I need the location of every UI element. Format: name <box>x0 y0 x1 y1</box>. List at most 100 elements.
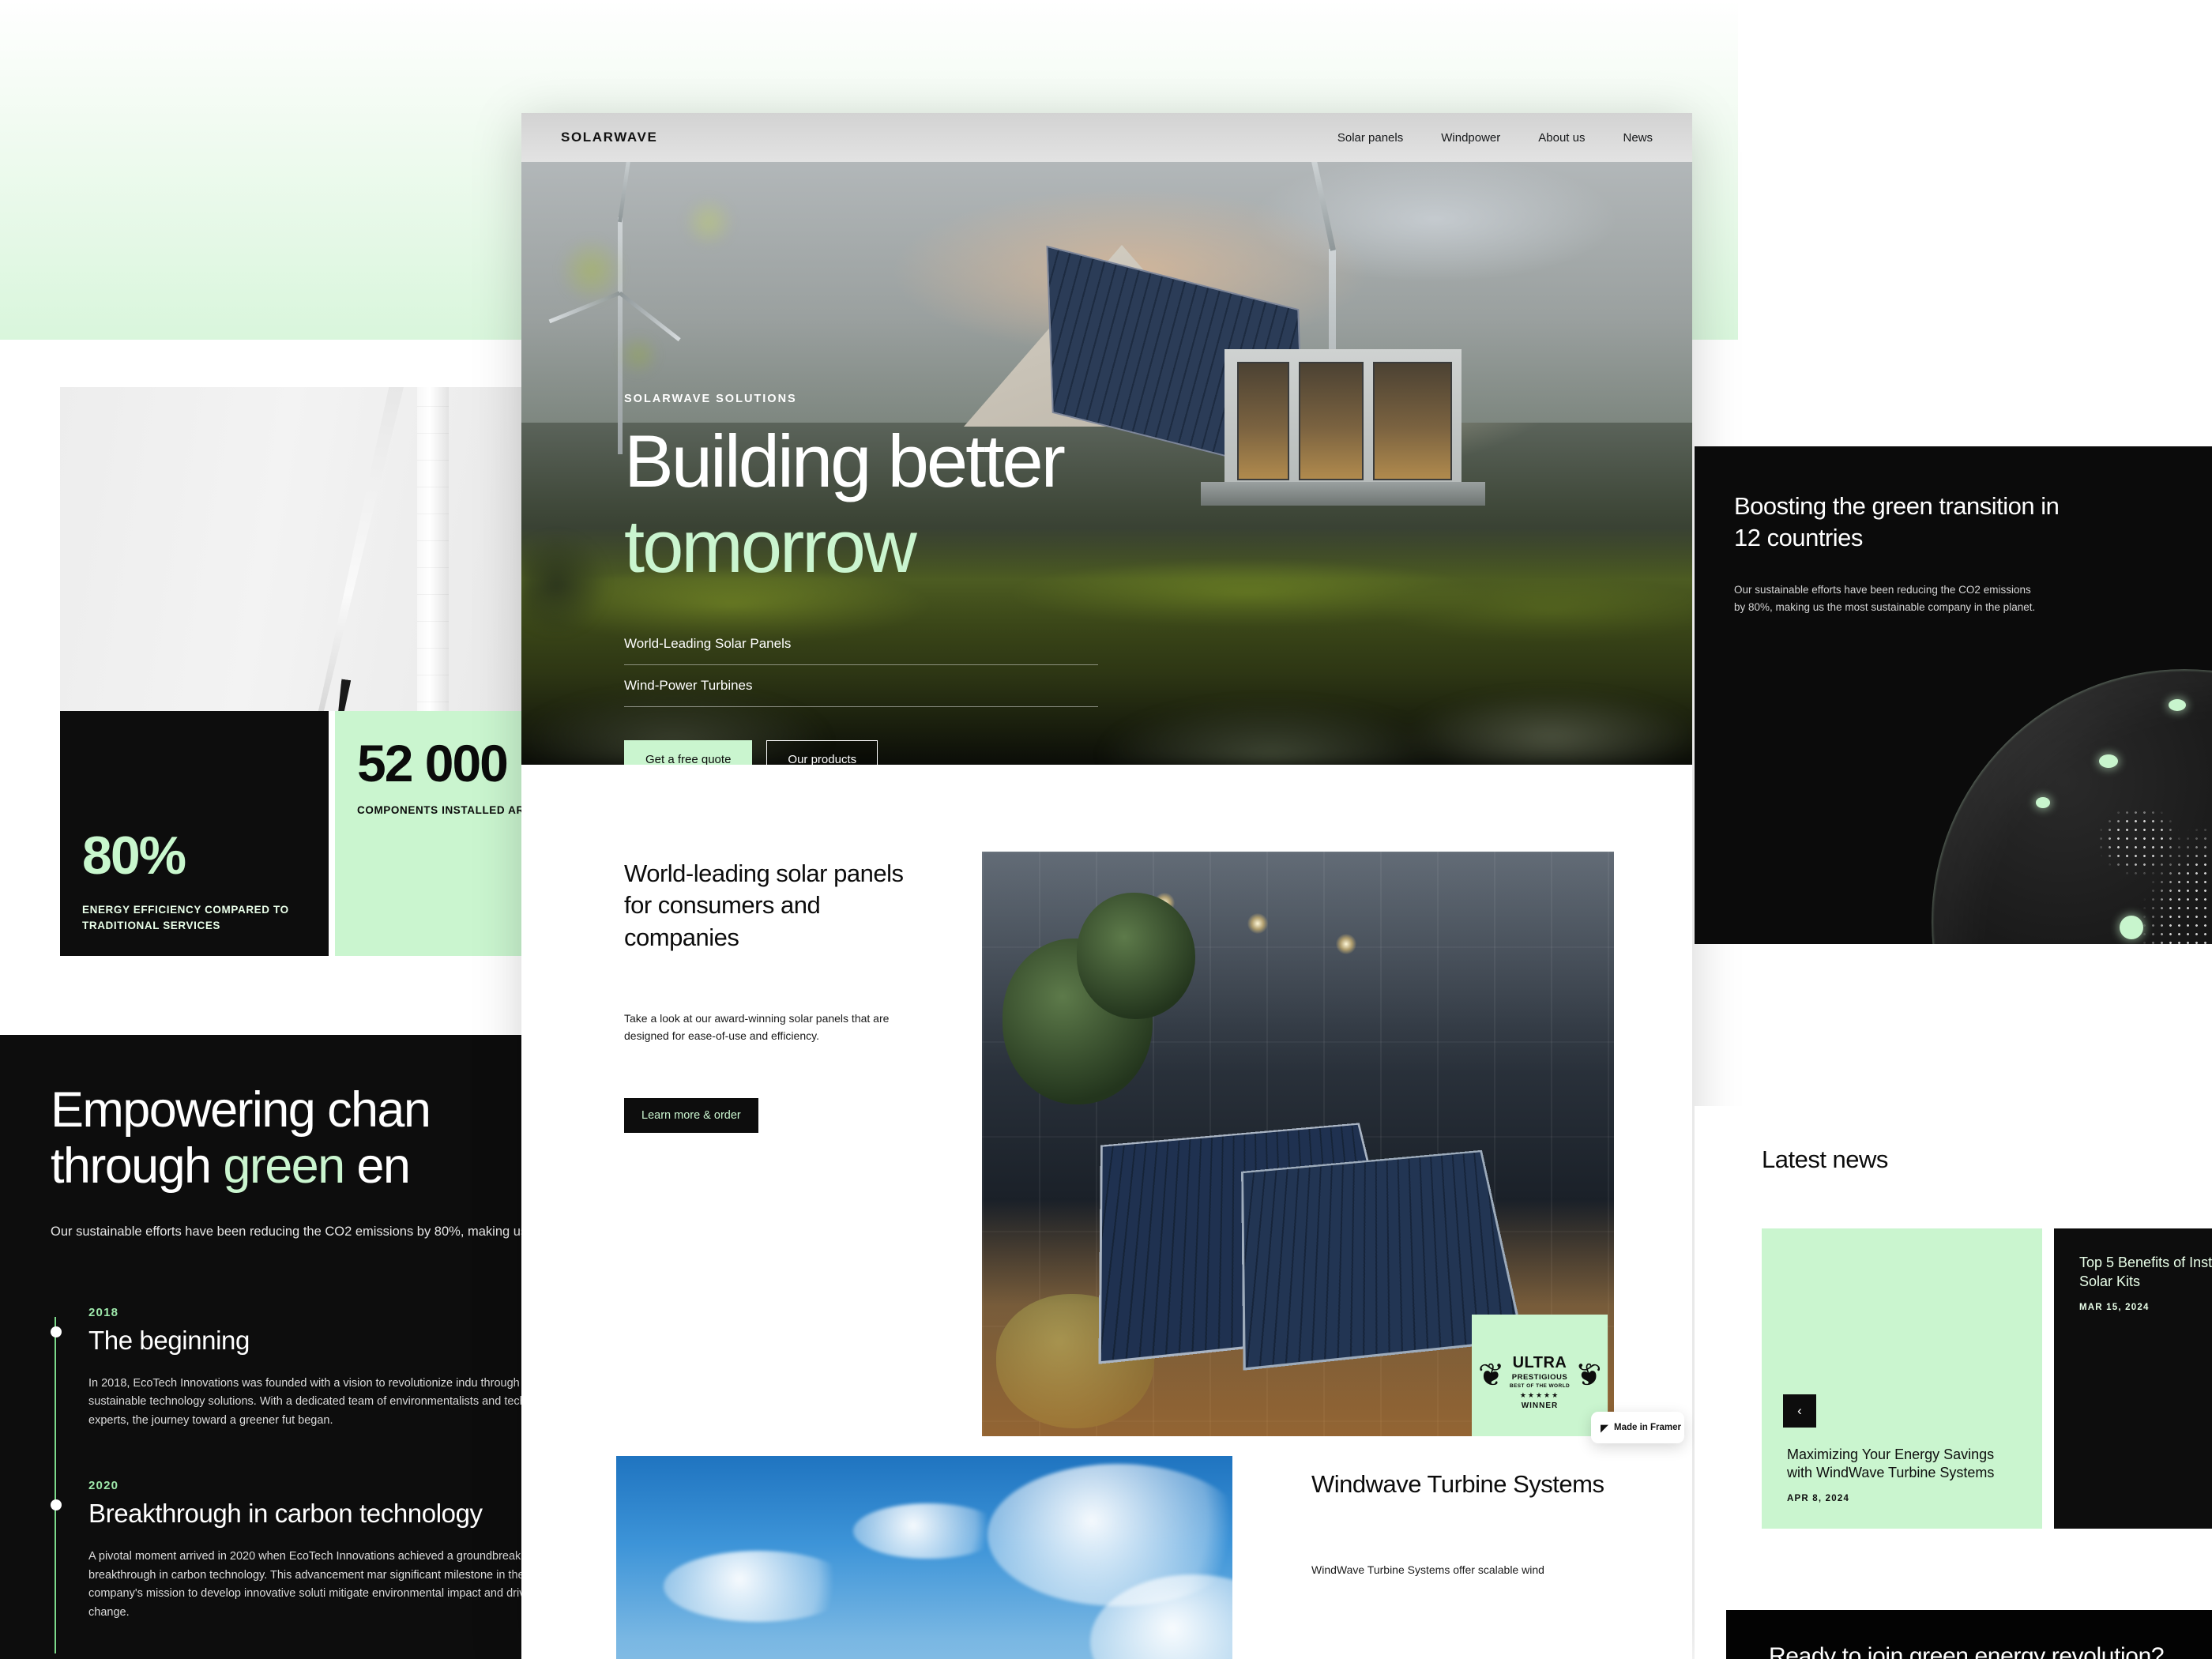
solar-photo: ❦ ❦ ULTRA PRESTIGIOUS BEST OF THE WORLD … <box>982 852 1614 1436</box>
our-products-button[interactable]: Our products <box>766 740 878 765</box>
wind-body: WindWave Turbine Systems offer scalable … <box>1311 1563 1544 1577</box>
nav-item-news[interactable]: News <box>1623 131 1653 145</box>
wind-turbine-photo <box>616 1456 1232 1659</box>
green-transition-body: Our sustainable efforts have been reduci… <box>1734 584 2036 613</box>
cloud <box>853 1503 1003 1559</box>
hero-feature-list: World-Leading Solar Panels Wind-Power Tu… <box>624 623 1209 707</box>
page-root: 80% ENERGY EFFICIENCY COMPARED TO TRADIT… <box>0 0 2212 1659</box>
globe-highlight-dot <box>2036 797 2050 808</box>
empower-heading-line2a: through <box>51 1138 224 1194</box>
framer-logo-icon: ◤ <box>1601 1421 1608 1434</box>
house-window <box>1299 362 1364 480</box>
framer-badge-label: Made in Framer <box>1614 1423 1681 1432</box>
timeline-year: 2020 <box>88 1479 119 1493</box>
globe-highlight-dot <box>2120 916 2143 939</box>
dotted-globe-graphic <box>1932 669 2212 944</box>
nav-item-windpower[interactable]: Windpower <box>1441 131 1500 145</box>
house-base <box>1201 482 1485 506</box>
empower-subtitle: Our sustainable efforts have been reduci… <box>51 1224 553 1240</box>
award-badge: ❦ ❦ ULTRA PRESTIGIOUS BEST OF THE WORLD … <box>1472 1315 1608 1436</box>
footer-cta-heading: Ready to join green energy revolution? <box>1769 1643 2165 1659</box>
stat-value: 52 000 <box>357 734 509 792</box>
globe-highlight-dot <box>2099 754 2118 768</box>
made-in-framer-badge[interactable]: ◤ Made in Framer <box>1591 1412 1684 1443</box>
news-prev-button[interactable]: ‹ <box>1783 1394 1816 1428</box>
solar-copy-block: World-leading solar panels for consumers… <box>624 858 908 1134</box>
turbine-tower-shape <box>417 387 449 711</box>
timeline-title: The beginning <box>88 1325 250 1355</box>
solar-heading: World-leading solar panels for consumers… <box>624 860 904 951</box>
brand-logo[interactable]: SOLARWAVE <box>561 130 657 145</box>
turbine-blade-shape <box>297 387 405 711</box>
news-card-date: APR 8, 2024 <box>1787 1494 1850 1503</box>
hero-feature-wind[interactable]: Wind-Power Turbines <box>624 665 1098 707</box>
solar-panels-section: World-leading solar panels for consumers… <box>521 765 1692 1436</box>
hero-eyebrow: SOLARWAVE SOLUTIONS <box>624 393 797 405</box>
house-window <box>1237 362 1289 480</box>
empower-heading-line2c: en <box>344 1138 410 1194</box>
hero-feature-solar[interactable]: World-Leading Solar Panels <box>624 623 1098 665</box>
timeline-dot-icon <box>51 1326 62 1337</box>
timeline-item: 2020 Breakthrough in carbon technology A… <box>51 1479 553 1622</box>
latest-news-section: Latest news Maximizing Your Energy Savin… <box>1695 1106 2212 1659</box>
timeline-body: A pivotal moment arrived in 2020 when Ec… <box>88 1550 553 1619</box>
hero-section: SOLARWAVE SOLUTIONS Building better tomo… <box>521 162 1692 765</box>
solar-body: Take a look at our award-winning solar p… <box>624 1011 890 1042</box>
ceiling-light <box>1336 934 1356 954</box>
laurel-left-icon: ❦ <box>1477 1358 1505 1393</box>
wind-heading: Windwave Turbine Systems <box>1311 1470 1604 1498</box>
latest-news-heading: Latest news <box>1762 1146 1888 1173</box>
empowering-change-section: Empowering chan through green en Our sus… <box>0 1035 553 1659</box>
footer-cta-section: Ready to join green energy revolution? <box>1726 1610 2212 1659</box>
hero-title-line1: Building better <box>624 419 1066 502</box>
timeline-axis <box>55 1316 56 1654</box>
house-window <box>1373 362 1452 480</box>
green-transition-heading: Boosting the green transition in 12 coun… <box>1734 492 2060 551</box>
learn-more-order-button[interactable]: Learn more & order <box>624 1098 758 1134</box>
timeline-year: 2018 <box>88 1305 119 1319</box>
turbine-blade-tip-shape <box>335 679 352 711</box>
site-navbar: SOLARWAVE Solar panels Windpower About u… <box>521 113 1692 162</box>
award-line-1: ULTRA <box>1512 1354 1567 1371</box>
award-line-2: PRESTIGIOUS <box>1511 1373 1568 1382</box>
award-stars: ★★★★★ <box>1519 1391 1560 1399</box>
timeline-body: In 2018, EcoTech Innovations was founded… <box>88 1376 553 1427</box>
cloud <box>664 1551 853 1622</box>
hero-text-block: SOLARWAVE SOLUTIONS Building better tomo… <box>624 393 1209 765</box>
globe-highlight-dot <box>2169 699 2186 711</box>
hero-buttons: Get a free quote Our products <box>624 740 1209 765</box>
stat-card-efficiency: 80% ENERGY EFFICIENCY COMPARED TO TRADIT… <box>60 711 329 956</box>
timeline: 2018 The beginning In 2018, EcoTech Inno… <box>51 1305 553 1654</box>
turbine-tower-left <box>618 217 623 454</box>
windmill-photo-card <box>60 387 526 711</box>
get-free-quote-button[interactable]: Get a free quote <box>624 740 753 765</box>
timeline-dot-icon <box>51 1499 62 1511</box>
foliage <box>1077 893 1195 1019</box>
empower-heading-line1: Empowering chan <box>51 1082 431 1138</box>
hero-title-line2: tomorrow <box>624 505 917 588</box>
news-card-date: MAR 15, 2024 <box>2079 1302 2150 1312</box>
stat-value: 80% <box>82 826 186 886</box>
timeline-title: Breakthrough in carbon technology <box>88 1499 483 1529</box>
award-badge-inner: ❦ ❦ ULTRA PRESTIGIOUS BEST OF THE WORLD … <box>1478 1354 1601 1410</box>
wind-copy-block: Windwave Turbine Systems WindWave Turbin… <box>1311 1469 1643 1579</box>
nav-item-solar-panels[interactable]: Solar panels <box>1337 131 1403 145</box>
nav-links: Solar panels Windpower About us News <box>1337 131 1653 145</box>
stat-caption: COMPONENTS INSTALLED AROUND <box>357 804 556 816</box>
news-card-title: Top 5 Benefits of Installin Home Solar K… <box>2079 1255 2212 1289</box>
award-line-3: BEST OF THE WORLD <box>1509 1383 1571 1389</box>
green-transition-section: Boosting the green transition in 12 coun… <box>1695 446 2212 944</box>
timeline-item: 2018 The beginning In 2018, EcoTech Inno… <box>51 1305 553 1430</box>
ceiling-light <box>1247 913 1268 934</box>
award-winner-label: WINNER <box>1521 1401 1559 1410</box>
stat-caption: ENERGY EFFICIENCY COMPARED TO TRADITIONA… <box>82 903 289 931</box>
empower-heading: Empowering chan through green en <box>51 1082 553 1194</box>
news-card-solar-kits[interactable]: Top 5 Benefits of Installin Home Solar K… <box>2054 1228 2212 1529</box>
main-website-card: SOLARWAVE Solar panels Windpower About u… <box>521 113 1692 1659</box>
globe-rim <box>1932 669 2212 944</box>
hero-title: Building better tomorrow <box>624 424 1209 584</box>
news-card-windwave[interactable]: Maximizing Your Energy Savings with Wind… <box>1762 1228 2042 1529</box>
laurel-right-icon: ❦ <box>1574 1358 1602 1393</box>
empower-heading-green: green <box>223 1138 345 1194</box>
nav-item-about-us[interactable]: About us <box>1538 131 1585 145</box>
